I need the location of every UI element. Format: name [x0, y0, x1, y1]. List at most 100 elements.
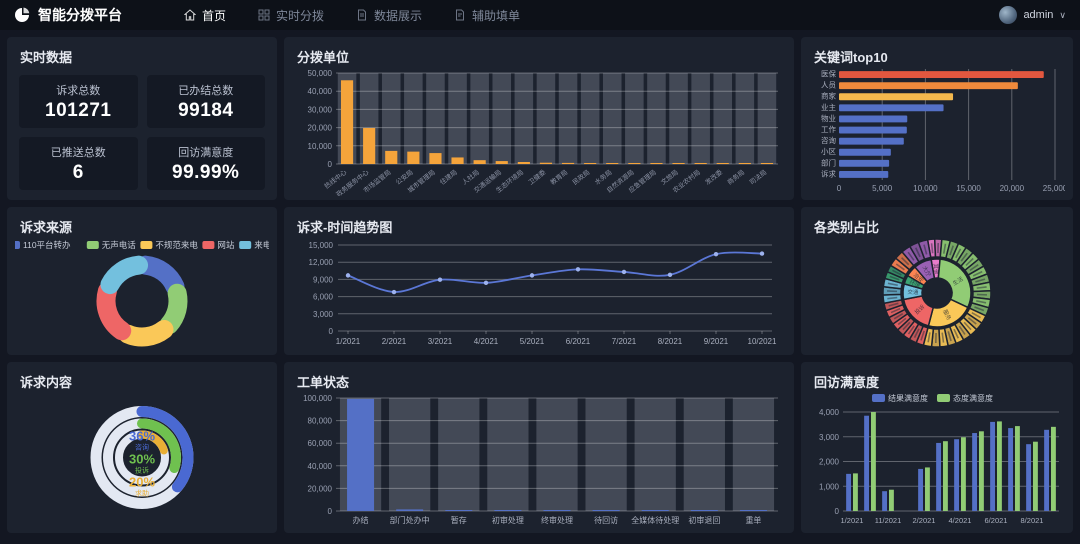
svg-text:公安局: 公安局	[394, 167, 415, 186]
svg-text:不规范来电: 不规范来电	[155, 240, 198, 250]
svg-text:20%: 20%	[129, 475, 155, 490]
svg-text:暂存: 暂存	[451, 515, 467, 525]
form-icon	[454, 9, 466, 21]
nav-item-assist-form[interactable]: 辅助填单	[438, 0, 536, 30]
sources-svg: 110平台转办无声电话不规范来电网站来电	[15, 235, 269, 351]
svg-text:8/2021: 8/2021	[1021, 516, 1044, 525]
svg-text:20,000: 20,000	[1000, 184, 1025, 193]
svg-text:部门处办中: 部门处办中	[390, 515, 430, 525]
svg-text:发改委: 发改委	[703, 167, 724, 186]
svg-text:5,000: 5,000	[872, 184, 893, 193]
panel-request-sources: 诉求来源 110平台转办无声电话不规范来电网站来电	[7, 207, 277, 355]
svg-text:4/2021: 4/2021	[949, 516, 972, 525]
grid-icon	[258, 9, 270, 21]
svg-text:商务局: 商务局	[725, 167, 746, 186]
svg-text:人员: 人员	[821, 81, 836, 90]
svg-text:11/2021: 11/2021	[875, 516, 902, 525]
svg-text:医保: 医保	[821, 69, 836, 78]
revisit-satisfaction-chart[interactable]: 结果满意度态度满意度01,0002,0003,0004,0001/202111/…	[809, 390, 1065, 529]
panel-realtime-stats: 实时数据 诉求总数 101271 已办结总数 99184 已推送总数 6 回访满…	[7, 37, 277, 200]
svg-text:6,000: 6,000	[313, 293, 334, 302]
dispatch_units-svg: 010,00020,00030,00040,00050,000热线中心政务服务中…	[292, 65, 786, 196]
svg-text:无声电话: 无声电话	[102, 240, 137, 250]
svg-text:投诉: 投诉	[135, 466, 149, 475]
svg-text:1/2021: 1/2021	[336, 337, 361, 346]
content-svg: 36%咨询30%投诉20%求助	[15, 390, 269, 529]
category-share-chart[interactable]: 其他生活服务投诉交通环境治安大厅	[809, 235, 1065, 351]
panel-work-order-status: 工单状态 020,00040,00060,00080,000100,000办结部…	[284, 362, 794, 533]
svg-text:2,000: 2,000	[819, 458, 840, 467]
svg-text:110平台转办: 110平台转办	[23, 240, 71, 250]
nav-item-data-display[interactable]: 数据展示	[340, 0, 438, 30]
svg-text:卫健委: 卫健委	[526, 167, 547, 186]
stat-value: 101271	[45, 100, 111, 122]
svg-text:80,000: 80,000	[308, 417, 333, 426]
stat-card-completed: 已办结总数 99184	[147, 75, 266, 128]
svg-text:商家: 商家	[821, 91, 836, 101]
pie-logo-icon	[14, 7, 30, 23]
nav-label-assist-form: 辅助填单	[472, 7, 520, 24]
avatar[interactable]	[999, 6, 1017, 24]
trend-svg: 03,0006,0009,00012,00015,0001/20212/2021…	[292, 235, 786, 351]
svg-text:部门: 部门	[821, 157, 836, 167]
svg-text:求助: 求助	[135, 489, 149, 498]
svg-text:水务局: 水务局	[593, 167, 614, 186]
panel-title: 分拨单位	[284, 37, 794, 66]
svg-text:6/2021: 6/2021	[985, 516, 1008, 525]
stat-value: 99.99%	[172, 162, 239, 184]
panel-revisit-satisfaction: 回访满意度 结果满意度态度满意度01,0002,0003,0004,0001/2…	[801, 362, 1073, 533]
username: admin	[1023, 9, 1053, 21]
brand: 智能分拨平台	[14, 5, 122, 25]
svg-text:5/2021: 5/2021	[520, 337, 545, 346]
trend-chart[interactable]: 03,0006,0009,00012,00015,0001/20212/2021…	[292, 235, 786, 351]
request-content-chart[interactable]: 36%咨询30%投诉20%求助	[15, 390, 269, 529]
panel-keywords-top10: 关键词top10 05,00010,00015,00020,00025,000医…	[801, 37, 1073, 200]
svg-text:30%: 30%	[129, 452, 155, 467]
svg-text:来电: 来电	[254, 240, 269, 250]
user-menu[interactable]: admin ∨	[999, 6, 1066, 24]
work_order-svg: 020,00040,00060,00080,000100,000办结部门处办中暂…	[292, 390, 786, 529]
svg-text:初审处理: 初审处理	[492, 515, 524, 525]
nav-label-data-display: 数据展示	[374, 7, 422, 24]
satisfaction-svg: 结果满意度态度满意度01,0002,0003,0004,0001/202111/…	[809, 390, 1065, 529]
svg-text:待回访: 待回访	[594, 515, 618, 525]
svg-text:重单: 重单	[745, 515, 761, 525]
svg-text:民政局: 民政局	[570, 167, 591, 186]
request-sources-chart[interactable]: 110平台转办无声电话不规范来电网站来电	[15, 235, 269, 351]
stat-label: 回访满意度	[178, 144, 233, 160]
svg-text:人社局: 人社局	[460, 167, 481, 186]
stat-label: 已办结总数	[178, 82, 233, 98]
chevron-down-icon: ∨	[1059, 10, 1066, 21]
svg-text:诉求: 诉求	[821, 168, 836, 178]
svg-text:10/2021: 10/2021	[748, 337, 777, 346]
nav-item-home[interactable]: 首页	[168, 0, 242, 30]
dashboard-grid: 实时数据 诉求总数 101271 已办结总数 99184 已推送总数 6 回访满…	[0, 30, 1080, 540]
svg-text:1/2021: 1/2021	[841, 516, 864, 525]
svg-text:0: 0	[835, 507, 840, 516]
work-order-status-chart[interactable]: 020,00040,00060,00080,000100,000办结部门处办中暂…	[292, 390, 786, 529]
panel-dispatch-units: 分拨单位 010,00020,00030,00040,00050,000热线中心…	[284, 37, 794, 200]
panel-request-content: 诉求内容 36%咨询30%投诉20%求助	[7, 362, 277, 533]
panel-title: 关键词top10	[801, 37, 1073, 66]
panel-category-share: 各类别占比 其他生活服务投诉交通环境治安大厅	[801, 207, 1073, 355]
svg-text:12,000: 12,000	[309, 258, 334, 267]
svg-text:20,000: 20,000	[308, 124, 333, 133]
svg-text:15,000: 15,000	[956, 184, 981, 193]
stat-label: 诉求总数	[56, 82, 100, 98]
svg-text:0: 0	[329, 327, 334, 336]
svg-text:36%: 36%	[129, 429, 155, 444]
svg-text:咨询: 咨询	[821, 135, 836, 145]
dispatch-units-chart[interactable]: 010,00020,00030,00040,00050,000热线中心政务服务中…	[292, 65, 786, 196]
svg-text:100,000: 100,000	[303, 394, 332, 403]
svg-text:结果满意度: 结果满意度	[888, 393, 928, 403]
app-title: 智能分拨平台	[38, 5, 122, 25]
svg-text:10,000: 10,000	[308, 142, 333, 151]
keywords-top10-chart[interactable]: 05,00010,00015,00020,00025,000医保人员商家业主物业…	[809, 65, 1065, 196]
svg-text:15,000: 15,000	[309, 241, 334, 250]
svg-text:3/2021: 3/2021	[428, 337, 453, 346]
home-icon	[184, 9, 196, 21]
nav-item-realtime-dispatch[interactable]: 实时分拨	[242, 0, 340, 30]
svg-text:8/2021: 8/2021	[658, 337, 683, 346]
svg-text:60,000: 60,000	[308, 439, 333, 448]
svg-text:4,000: 4,000	[819, 408, 840, 417]
